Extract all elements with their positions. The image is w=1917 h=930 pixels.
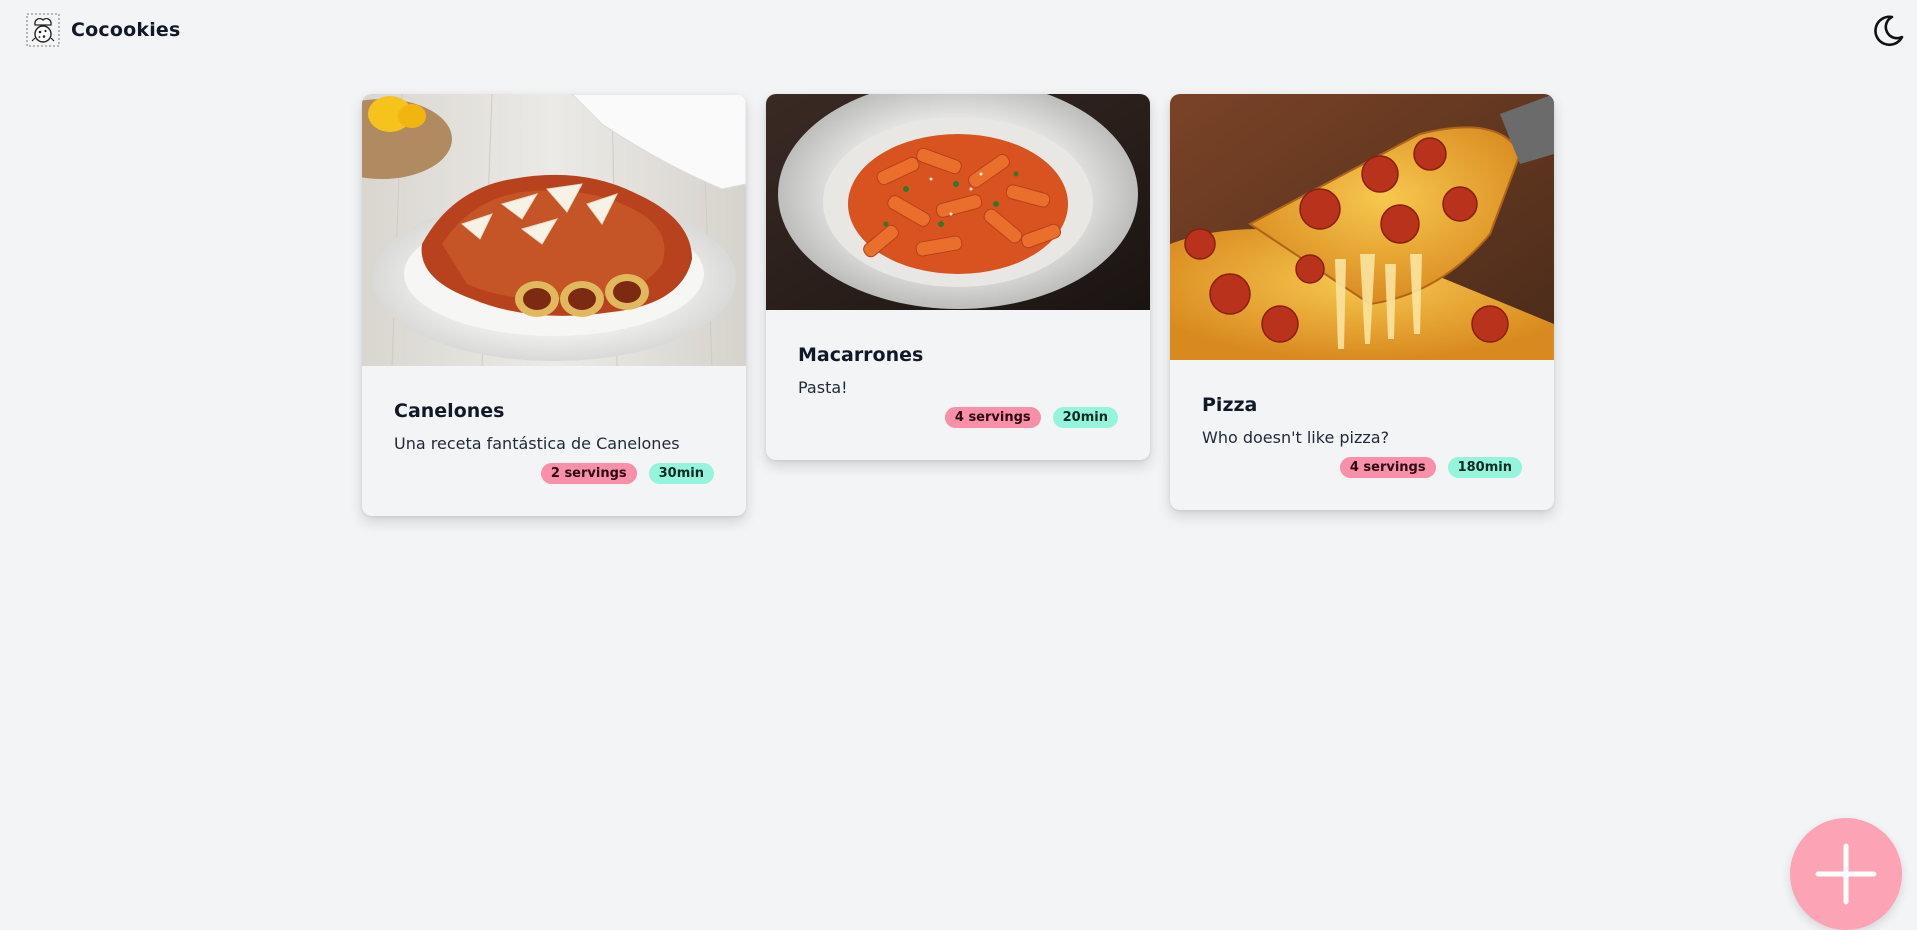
plus-icon [1815,843,1877,905]
recipe-image [1170,94,1554,360]
recipe-title: Pizza [1202,394,1258,416]
recipe-card[interactable]: Macarrones Pasta! 4 servings 20min [766,94,1150,460]
card-body: Pizza Who doesn't like pizza? 4 servings… [1170,360,1554,510]
recipe-badges: 4 servings 180min [1202,457,1522,478]
theme-toggle-button[interactable] [1867,10,1909,52]
recipe-description: Pasta! [798,378,848,397]
recipe-description: Una receta fantástica de Canelones [394,434,680,453]
recipe-image [362,94,746,366]
servings-badge: 4 servings [1339,457,1436,478]
top-bar: Cocookies [0,0,1917,62]
cookie-chef-icon [26,13,60,47]
time-badge: 30min [648,463,714,484]
recipe-badges: 4 servings 20min [798,407,1118,428]
brand[interactable]: Cocookies [26,13,181,47]
servings-badge: 2 servings [540,463,637,484]
time-badge: 20min [1052,407,1118,428]
card-body: Canelones Una receta fantástica de Canel… [362,366,746,516]
recipe-title: Macarrones [798,344,924,366]
card-body: Macarrones Pasta! 4 servings 20min [766,310,1150,460]
moon-icon [1874,15,1904,47]
add-recipe-button[interactable] [1790,818,1902,930]
recipe-image [766,94,1150,310]
recipe-description: Who doesn't like pizza? [1202,428,1390,447]
recipe-card[interactable]: Canelones Una receta fantástica de Canel… [362,94,746,516]
recipe-badges: 2 servings 30min [394,463,714,484]
servings-badge: 4 servings [944,407,1041,428]
recipe-title: Canelones [394,400,505,422]
time-badge: 180min [1447,457,1522,478]
app-name: Cocookies [71,19,181,41]
recipe-card[interactable]: Pizza Who doesn't like pizza? 4 servings… [1170,94,1554,510]
